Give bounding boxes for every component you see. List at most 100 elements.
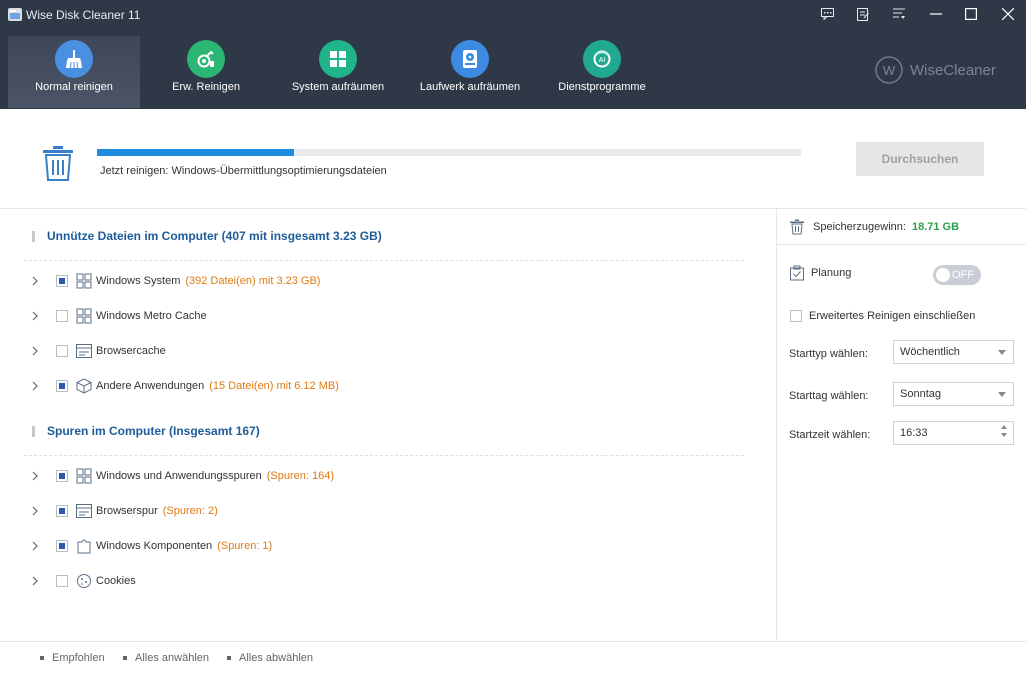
tab-label: Erw. Reinigen <box>172 81 240 93</box>
section-title: Spuren im Computer (Insgesamt 167) <box>47 424 260 438</box>
scan-button[interactable]: Durchsuchen <box>856 142 984 176</box>
chevron-down-icon <box>998 350 1006 355</box>
bullet-icon <box>227 656 231 660</box>
spinner-arrows-icon[interactable] <box>1001 425 1007 437</box>
svg-text:AI: AI <box>599 57 606 64</box>
list-item-windows-app-traces[interactable]: Windows und Anwendungsspuren (Spuren: 16… <box>32 466 334 486</box>
chevron-right-icon[interactable] <box>32 576 42 586</box>
item-count: (Spuren: 1) <box>217 540 273 552</box>
section-title: Unnütze Dateien im Computer (407 mit ins… <box>47 229 382 243</box>
tab-normal-clean[interactable]: Normal reinigen <box>8 36 140 108</box>
trash-icon <box>790 219 804 235</box>
list-item-browsercache[interactable]: Browsercache <box>32 341 171 361</box>
tab-drive-tidy[interactable]: Laufwerk aufräumen <box>404 36 536 108</box>
recommended-link[interactable]: Empfohlen <box>40 652 105 664</box>
tab-advanced-clean[interactable]: Erw. Reinigen <box>140 36 272 108</box>
start-time-spinner[interactable]: 16:33 <box>893 421 1014 445</box>
tab-label: System aufräumen <box>291 81 385 93</box>
item-label: Andere Anwendungen <box>96 380 205 392</box>
chevron-right-icon[interactable] <box>32 471 42 481</box>
start-type-select[interactable]: Wöchentlich <box>893 340 1014 364</box>
category-list: Unnütze Dateien im Computer (407 mit ins… <box>0 209 777 641</box>
brand-logo: W WiseCleaner <box>874 55 996 85</box>
checkbox[interactable] <box>56 470 68 482</box>
space-gain-value: 18.71 GB <box>911 221 960 233</box>
trash-icon <box>43 146 73 181</box>
extended-clean-option[interactable]: Erweitertes Reinigen einschließen <box>790 310 975 322</box>
recommended-label: Empfohlen <box>52 652 105 664</box>
main-nav: Normal reinigen Erw. Reinigen System auf… <box>8 36 668 108</box>
start-day-label: Starttag wählen: <box>789 390 869 402</box>
checkbox[interactable] <box>56 575 68 587</box>
checkbox[interactable] <box>56 275 68 287</box>
chevron-down-icon <box>998 392 1006 397</box>
chevron-right-icon[interactable] <box>32 381 42 391</box>
toggle-knob <box>936 268 950 282</box>
schedule-toggle[interactable]: OFF <box>933 265 981 285</box>
start-day-select[interactable]: Sonntag <box>893 382 1014 406</box>
item-label: Browserspur <box>96 505 158 517</box>
start-type-label: Starttyp wählen: <box>789 348 868 360</box>
bullet-icon <box>40 656 44 660</box>
section-marker <box>32 230 35 242</box>
start-time-label: Startzeit wählen: <box>789 429 871 441</box>
item-count: (Spuren: 164) <box>266 470 334 482</box>
progress-bar-fill <box>97 149 295 156</box>
footer: Empfohlen Alles anwählen Alles abwählen <box>0 641 1026 679</box>
cleaning-status: Jetzt reinigen: Windows-Übermittlungsopt… <box>100 165 387 177</box>
chevron-right-icon[interactable] <box>32 541 42 551</box>
item-label: Windows System <box>96 275 181 287</box>
panel-divider <box>777 244 1026 245</box>
tab-system-tidy[interactable]: System aufräumen <box>272 36 404 108</box>
advanced-clean-icon <box>187 40 225 78</box>
list-item-windows-system[interactable]: Windows System (392 Datei(en) mit 3.23 G… <box>32 271 320 291</box>
windows-icon <box>319 40 357 78</box>
checkbox[interactable] <box>56 380 68 392</box>
chevron-right-icon[interactable] <box>32 346 42 356</box>
chevron-right-icon[interactable] <box>32 276 42 286</box>
notes-icon[interactable] <box>849 3 877 25</box>
item-count: (Spuren: 2) <box>162 505 218 517</box>
bullet-icon <box>123 656 127 660</box>
windows-icon <box>75 467 93 485</box>
app-icon <box>8 8 22 21</box>
puzzle-icon <box>75 537 93 555</box>
list-item-windows-components[interactable]: Windows Komponenten (Spuren: 1) <box>32 536 272 556</box>
minimize-icon[interactable] <box>922 3 950 25</box>
item-label: Cookies <box>96 575 136 587</box>
checkbox[interactable] <box>56 310 68 322</box>
checkbox[interactable] <box>56 345 68 357</box>
menu-icon[interactable] <box>885 3 913 25</box>
chevron-right-icon[interactable] <box>32 311 42 321</box>
checkbox[interactable] <box>56 540 68 552</box>
deselect-all-label: Alles abwählen <box>239 652 313 664</box>
section-header-traces: Spuren im Computer (Insgesamt 167) <box>32 424 260 438</box>
checkbox[interactable] <box>56 505 68 517</box>
schedule-icon <box>790 265 804 281</box>
windows-icon <box>75 307 93 325</box>
close-icon[interactable] <box>994 3 1022 25</box>
extended-clean-checkbox[interactable] <box>790 310 802 322</box>
deselect-all-link[interactable]: Alles abwählen <box>227 652 313 664</box>
broom-icon <box>55 40 93 78</box>
progress-bar <box>97 149 801 156</box>
scan-progress-area: Jetzt reinigen: Windows-Übermittlungsopt… <box>0 109 1026 209</box>
cookie-icon <box>75 572 93 590</box>
tab-label: Laufwerk aufräumen <box>419 81 521 93</box>
header: Wise Disk Cleaner 11 Normal reinigen Erw… <box>0 0 1026 109</box>
select-all-link[interactable]: Alles anwählen <box>123 652 209 664</box>
windows-icon <box>75 272 93 290</box>
list-item-windows-metro-cache[interactable]: Windows Metro Cache <box>32 306 212 326</box>
chevron-right-icon[interactable] <box>32 506 42 516</box>
list-item-other-applications[interactable]: Andere Anwendungen (15 Datei(en) mit 6.1… <box>32 376 339 396</box>
section-header-junk-files: Unnütze Dateien im Computer (407 mit ins… <box>32 229 382 243</box>
section-marker <box>32 425 35 437</box>
tab-utilities[interactable]: AI Dienstprogramme <box>536 36 668 108</box>
feedback-icon[interactable] <box>813 3 841 25</box>
maximize-icon[interactable] <box>957 3 985 25</box>
section-divider <box>24 260 744 261</box>
item-count: (15 Datei(en) mit 6.12 MB) <box>209 380 339 392</box>
schedule-row: Planung <box>789 265 851 281</box>
list-item-cookies[interactable]: Cookies <box>32 571 141 591</box>
list-item-browser-traces[interactable]: Browserspur (Spuren: 2) <box>32 501 218 521</box>
